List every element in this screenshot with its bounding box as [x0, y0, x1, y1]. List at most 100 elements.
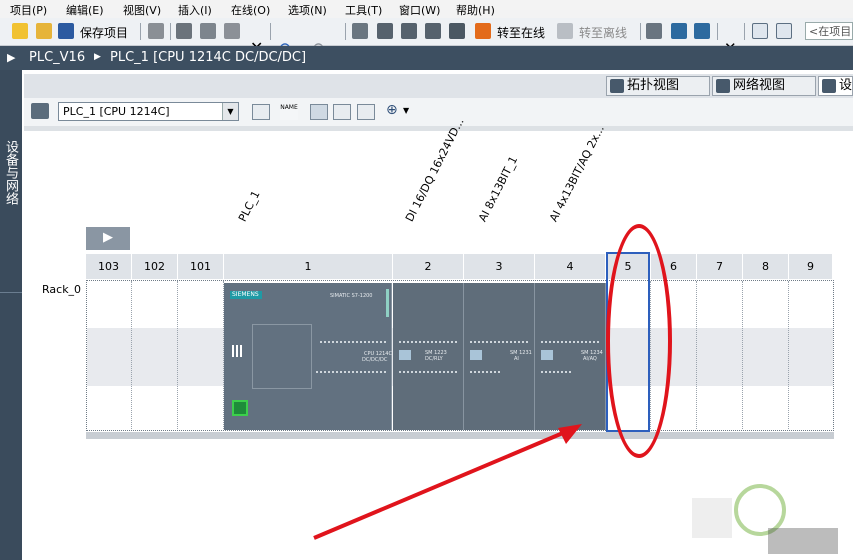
menu-project[interactable]: 项目(P)	[10, 2, 47, 18]
open-project-icon[interactable]	[36, 23, 52, 39]
sm1231-type-text: AI	[514, 356, 519, 362]
rack-expand-button[interactable]: ▶	[86, 227, 130, 250]
cpu-io-terminal-row	[316, 371, 386, 376]
paste-icon[interactable]	[224, 23, 240, 39]
accessible-devices-icon[interactable]	[646, 23, 662, 39]
module-status-icon	[399, 350, 411, 360]
new-project-icon[interactable]	[12, 23, 28, 39]
breadcrumb-device[interactable]: PLC_1 [CPU 1214C DC/DC/DC]	[110, 50, 306, 65]
upload-icon[interactable]	[401, 23, 417, 39]
start-cpu-icon[interactable]	[671, 23, 687, 39]
menu-edit[interactable]: 编辑(E)	[66, 2, 104, 18]
menu-view[interactable]: 视图(V)	[123, 2, 161, 18]
di-dq-module[interactable]: SM 1223 DC/RLY	[393, 283, 464, 430]
cpu-led-icon	[232, 345, 242, 357]
network-view-icon	[716, 79, 730, 93]
sidebar-toggle-icon[interactable]: ▶	[7, 51, 15, 64]
slot-header-2[interactable]: 2	[393, 254, 464, 279]
show-module-icon[interactable]	[310, 104, 328, 120]
cpu-module[interactable]: SIMATIC S7-1200 CPU 1214C DC/DC/DC	[224, 283, 392, 430]
cpu-type-text: DC/DC/DC	[362, 357, 388, 363]
breadcrumb: ▶ PLC_V16 ▶ PLC_1 [CPU 1214C DC/DC/DC]	[0, 46, 853, 70]
toolbar-divider	[744, 23, 745, 40]
save-project-button[interactable]: 保存项目	[80, 24, 128, 41]
toolbar-divider	[640, 23, 641, 40]
slot-header-9[interactable]: 9	[789, 254, 833, 279]
zoom-dropdown-icon[interactable]: ▼	[403, 106, 409, 115]
rack-name: Rack_0	[42, 283, 82, 296]
menu-insert[interactable]: 插入(I)	[178, 2, 212, 18]
module-status-icon	[541, 350, 553, 360]
slot-header-8[interactable]: 8	[743, 254, 789, 279]
zoom-icon[interactable]: ⊕	[386, 102, 398, 118]
go-online-button[interactable]: 转至在线	[497, 24, 545, 41]
split-vertical-icon[interactable]	[776, 23, 792, 39]
sm1223-type-text: DC/RLY	[425, 356, 443, 362]
table-view-icon[interactable]	[357, 104, 375, 120]
menu-tools[interactable]: 工具(T)	[345, 2, 382, 18]
cpu-cover	[252, 324, 312, 389]
annotation-ellipse	[606, 224, 672, 458]
device-select[interactable]: PLC_1 [CPU 1214C] ▼	[58, 102, 239, 121]
toolbar-divider	[140, 23, 141, 40]
tab-device-view[interactable]: 设	[818, 76, 853, 96]
tab-network-view[interactable]: 网络视图	[712, 76, 816, 96]
go-online-icon[interactable]	[475, 23, 491, 39]
slot-header-101[interactable]: 101	[178, 254, 224, 279]
breadcrumb-separator-icon: ▶	[94, 52, 101, 62]
download-icon[interactable]	[377, 23, 393, 39]
device-network-icon[interactable]	[31, 103, 49, 119]
ai8-module[interactable]: SM 1231 AI	[464, 283, 535, 430]
menu-options[interactable]: 选项(N)	[288, 2, 327, 18]
compile-icon[interactable]	[352, 23, 368, 39]
cut-icon[interactable]	[176, 23, 192, 39]
siemens-logo: SIEMENS	[230, 291, 262, 299]
menu-window[interactable]: 窗口(W)	[399, 2, 440, 18]
cpu-series-text: SIMATIC S7-1200	[330, 293, 373, 299]
io-terminal-row	[541, 341, 599, 343]
ai4-aq2-module[interactable]: SM 1234 AI/AQ	[535, 283, 606, 430]
module-status-icon	[470, 350, 482, 360]
horizontal-scrollbar[interactable]	[24, 126, 853, 131]
slot-header-3[interactable]: 3	[464, 254, 535, 279]
go-offline-icon[interactable]	[557, 23, 573, 39]
go-offline-button[interactable]: 转至离线	[579, 24, 627, 41]
io-terminal-row	[399, 371, 457, 373]
cpu-indicator	[386, 289, 389, 317]
tab-network-label: 网络视图	[733, 78, 786, 93]
tab-topology-view[interactable]: 拓扑视图	[606, 76, 710, 96]
show-names-icon[interactable]: NAME	[280, 104, 298, 120]
slot-header-102[interactable]: 102	[132, 254, 178, 279]
expand-arrow-icon: ▶	[103, 230, 113, 245]
simulation-icon[interactable]	[425, 23, 441, 39]
chevron-down-icon[interactable]: ▼	[222, 103, 238, 120]
split-horizontal-icon[interactable]	[752, 23, 768, 39]
menu-help[interactable]: 帮助(H)	[456, 2, 495, 18]
io-terminal-row	[541, 371, 571, 373]
grid-icon[interactable]	[333, 104, 351, 120]
copy-icon[interactable]	[200, 23, 216, 39]
menu-online[interactable]: 在线(O)	[231, 2, 270, 18]
toolbar-divider	[345, 23, 346, 40]
sm1234-type-text: AI/AQ	[583, 356, 597, 362]
slot-header-4[interactable]: 4	[535, 254, 606, 279]
io-terminal-row	[399, 341, 457, 343]
breadcrumb-project[interactable]: PLC_V16	[29, 50, 85, 65]
save-icon[interactable]	[58, 23, 74, 39]
start-simulation-icon[interactable]	[449, 23, 465, 39]
watermark-logo	[692, 484, 838, 554]
stop-cpu-icon[interactable]	[694, 23, 710, 39]
slot-header-7[interactable]: 7	[697, 254, 743, 279]
io-terminal-row	[470, 341, 528, 343]
tab-device-label: 设	[839, 78, 853, 93]
main-toolbar: 保存项目 ✕ ↶ ↷ 转至在线 转至离线 ✕	[0, 18, 853, 58]
device-view-icon	[822, 79, 836, 93]
slot-header-103[interactable]: 103	[86, 254, 132, 279]
print-icon[interactable]	[148, 23, 164, 39]
device-select-value: PLC_1 [CPU 1214C]	[63, 105, 170, 118]
topology-view-icon	[610, 79, 624, 93]
side-tab-label: 设备与网络	[3, 140, 18, 205]
rack-overview-icon[interactable]	[252, 104, 270, 120]
project-search-input[interactable]: <在项目	[805, 22, 853, 40]
slot-header-1[interactable]: 1	[224, 254, 393, 279]
